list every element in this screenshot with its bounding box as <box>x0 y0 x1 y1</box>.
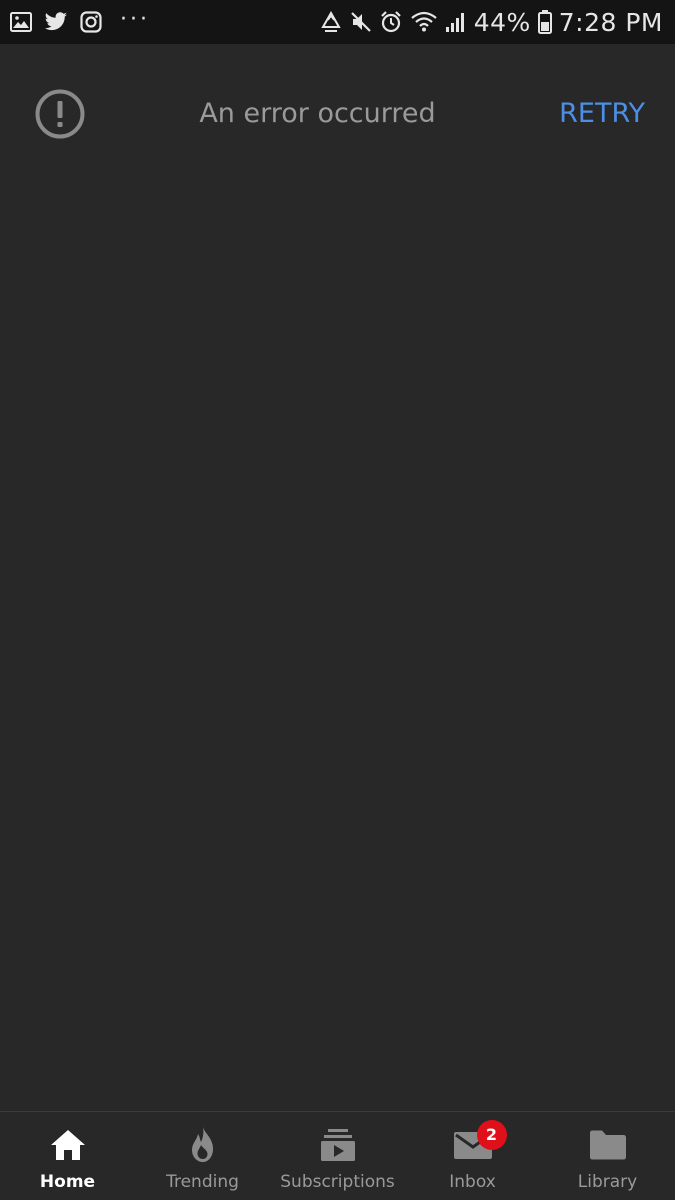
mail-icon: 2 <box>453 1120 507 1164</box>
nav-item-inbox[interactable]: 2 Inbox <box>405 1112 540 1200</box>
main-content <box>0 156 675 1112</box>
nav-label-library: Library <box>577 1172 638 1192</box>
status-bar: ··· 44% 7:28 PM <box>0 0 675 44</box>
home-icon <box>49 1126 87 1164</box>
nav-label-trending: Trending <box>166 1172 239 1192</box>
status-bar-notifications: ··· <box>10 0 150 44</box>
more-notifications-indicator: ··· <box>120 6 150 32</box>
alarm-icon <box>379 10 403 34</box>
recycle-icon <box>319 11 343 33</box>
instagram-icon <box>80 11 102 33</box>
nav-item-trending[interactable]: Trending <box>135 1112 270 1200</box>
nav-label-home: Home <box>39 1172 96 1192</box>
error-message: An error occurred <box>199 98 436 129</box>
nav-item-subscriptions[interactable]: Subscriptions <box>270 1112 405 1200</box>
gallery-icon <box>10 12 32 32</box>
signal-icon <box>445 11 467 33</box>
nav-label-inbox: Inbox <box>449 1172 496 1192</box>
nav-label-subscriptions: Subscriptions <box>280 1172 395 1192</box>
status-bar-system: 44% 7:28 PM <box>319 0 663 44</box>
error-banner: An error occurred RETRY <box>0 72 675 156</box>
clock: 7:28 PM <box>558 7 663 37</box>
battery-percent: 44% <box>473 7 531 37</box>
flame-icon <box>187 1126 219 1164</box>
mute-icon <box>350 11 372 33</box>
inbox-badge: 2 <box>476 1120 507 1150</box>
folder-icon <box>589 1126 627 1164</box>
retry-button[interactable]: RETRY <box>559 72 645 156</box>
subscriptions-icon <box>320 1126 356 1164</box>
nav-item-home[interactable]: Home <box>0 1112 135 1200</box>
battery-icon <box>537 10 552 34</box>
twitter-icon <box>44 12 68 32</box>
nav-item-library[interactable]: Library <box>540 1112 675 1200</box>
wifi-icon <box>410 11 438 33</box>
bottom-navigation: Home Trending Subscriptions 2 Inbox Libr… <box>0 1111 675 1200</box>
